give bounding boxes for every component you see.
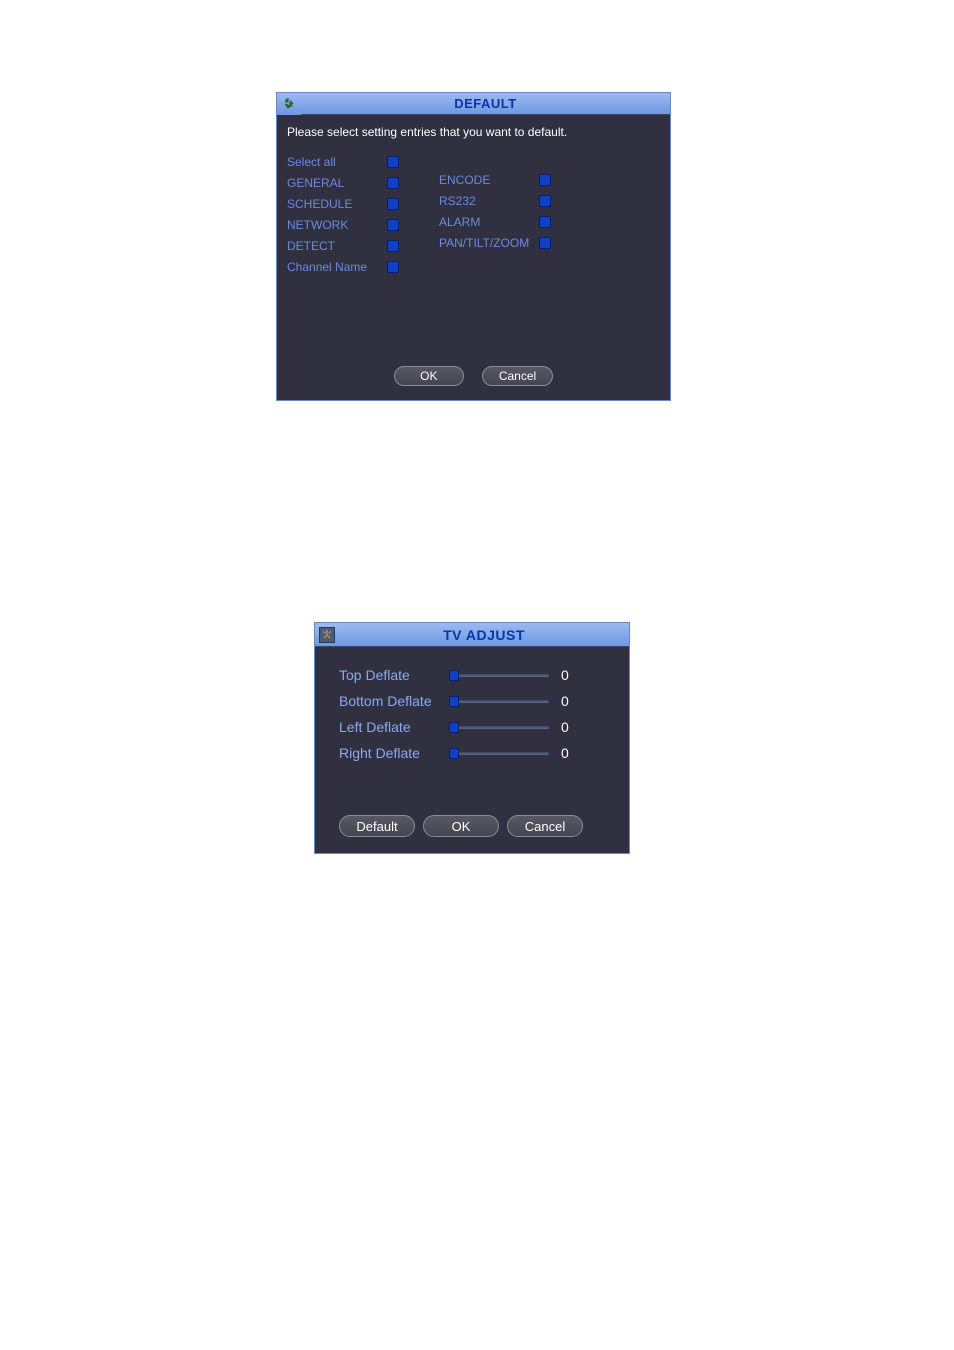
slider-thumb[interactable] (449, 748, 459, 759)
ok-button[interactable]: OK (394, 366, 464, 386)
cancel-button[interactable]: Cancel (507, 815, 583, 837)
option-label: SCHEDULE (287, 197, 387, 211)
option-network: NETWORK (287, 216, 399, 234)
slider-label: Left Deflate (339, 719, 449, 735)
slider-track (449, 752, 549, 755)
tv-title: TV ADJUST (339, 627, 629, 643)
slider-right-deflate: Right Deflate 0 (339, 741, 611, 765)
slider-bottom[interactable] (449, 696, 549, 706)
slider-top[interactable] (449, 670, 549, 680)
option-channel-name: Channel Name (287, 258, 399, 276)
checkbox-ptz[interactable] (539, 237, 551, 249)
options-grid: Select all GENERAL SCHEDULE NETWORK DETE… (287, 153, 660, 276)
option-label: DETECT (287, 239, 387, 253)
default-body: Please select setting entries that you w… (277, 115, 670, 400)
slider-track (449, 726, 549, 729)
option-alarm: ALARM (439, 213, 551, 231)
slider-thumb[interactable] (449, 670, 459, 681)
slider-thumb[interactable] (449, 696, 459, 707)
slider-value: 0 (561, 667, 581, 683)
checkbox-general[interactable] (387, 177, 399, 189)
tools-icon (315, 624, 339, 646)
recycle-icon (277, 93, 301, 115)
tv-body: Top Deflate 0 Bottom Deflate 0 Left Defl… (315, 647, 629, 853)
default-button[interactable]: Default (339, 815, 415, 837)
slider-left[interactable] (449, 722, 549, 732)
option-label: ENCODE (439, 173, 539, 187)
checkbox-rs232[interactable] (539, 195, 551, 207)
checkbox-network[interactable] (387, 219, 399, 231)
option-ptz: PAN/TILT/ZOOM (439, 234, 551, 252)
checkbox-schedule[interactable] (387, 198, 399, 210)
default-titlebar: DEFAULT (277, 93, 670, 115)
option-rs232: RS232 (439, 192, 551, 210)
option-label: PAN/TILT/ZOOM (439, 236, 539, 250)
default-title: DEFAULT (301, 96, 670, 111)
slider-label: Right Deflate (339, 745, 449, 761)
slider-top-deflate: Top Deflate 0 (339, 663, 611, 687)
options-col-1: Select all GENERAL SCHEDULE NETWORK DETE… (287, 153, 399, 276)
tv-titlebar: TV ADJUST (315, 623, 629, 647)
slider-value: 0 (561, 693, 581, 709)
checkbox-encode[interactable] (539, 174, 551, 186)
slider-label: Bottom Deflate (339, 693, 449, 709)
option-label: RS232 (439, 194, 539, 208)
slider-track (449, 674, 549, 677)
option-detect: DETECT (287, 237, 399, 255)
slider-right[interactable] (449, 748, 549, 758)
slider-track (449, 700, 549, 703)
option-schedule: SCHEDULE (287, 195, 399, 213)
cancel-button[interactable]: Cancel (482, 366, 553, 386)
option-label: NETWORK (287, 218, 387, 232)
checkbox-select-all[interactable] (387, 156, 399, 168)
default-instruction: Please select setting entries that you w… (287, 125, 660, 139)
option-label: GENERAL (287, 176, 387, 190)
slider-label: Top Deflate (339, 667, 449, 683)
slider-value: 0 (561, 745, 581, 761)
default-dialog: DEFAULT Please select setting entries th… (276, 92, 671, 401)
tv-button-row: Default OK Cancel (339, 815, 611, 837)
ok-button[interactable]: OK (423, 815, 499, 837)
slider-bottom-deflate: Bottom Deflate 0 (339, 689, 611, 713)
option-encode: ENCODE (439, 171, 551, 189)
default-button-row: OK Cancel (287, 366, 660, 386)
options-col-2: ENCODE RS232 ALARM PAN/TILT/ZOOM (439, 153, 551, 276)
option-label: Select all (287, 155, 387, 169)
checkbox-alarm[interactable] (539, 216, 551, 228)
slider-left-deflate: Left Deflate 0 (339, 715, 611, 739)
checkbox-channel-name[interactable] (387, 261, 399, 273)
slider-thumb[interactable] (449, 722, 459, 733)
option-label: ALARM (439, 215, 539, 229)
slider-value: 0 (561, 719, 581, 735)
option-select-all: Select all (287, 153, 399, 171)
option-label: Channel Name (287, 260, 387, 274)
option-general: GENERAL (287, 174, 399, 192)
tv-adjust-dialog: TV ADJUST Top Deflate 0 Bottom Deflate 0… (314, 622, 630, 854)
checkbox-detect[interactable] (387, 240, 399, 252)
